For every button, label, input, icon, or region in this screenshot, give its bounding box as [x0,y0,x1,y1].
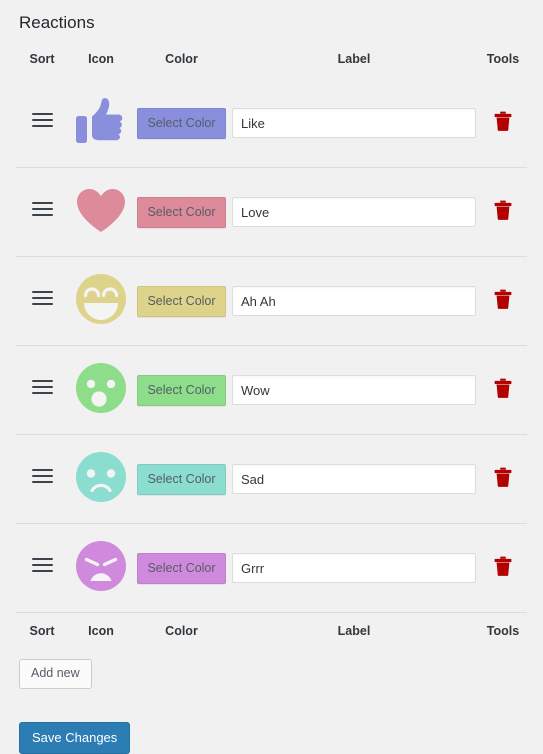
sort-cell [16,256,68,346]
drag-handle-icon[interactable] [31,202,53,217]
column-footer-label: Label [229,612,479,646]
column-header-color: Color [165,52,198,67]
icon-cell [68,523,134,613]
select-color-button[interactable]: Select Color [137,285,226,317]
select-color-button[interactable]: Select Color [137,107,226,139]
sort-cell [16,434,68,524]
reaction-label-input[interactable] [232,464,476,495]
reaction-label-input[interactable] [232,197,476,228]
reaction-label-input[interactable] [232,375,476,406]
laughing-face-icon [73,271,129,332]
delete-reaction-button[interactable] [494,378,512,398]
table-body: Select Color Select Color Select Color Sele… [16,79,527,613]
tools-cell [479,167,527,257]
angry-face-icon [73,538,129,599]
trash-icon [494,467,512,490]
drag-handle-icon[interactable] [31,113,53,128]
heart-icon [73,182,129,243]
color-cell: Select Color [134,523,229,613]
color-cell: Select Color [134,256,229,346]
delete-reaction-button[interactable] [494,200,512,220]
column-footer-color: Color [134,612,229,646]
reactions-table: Sort Icon Color Label Tools Select Color… [16,48,527,646]
table-row: Select Color [16,256,527,346]
column-header-sort: Sort [29,52,55,67]
table-header-row: Sort Icon Color Label Tools [16,48,527,79]
delete-reaction-button[interactable] [494,289,512,309]
tools-cell [479,256,527,346]
sort-cell [16,523,68,613]
select-color-button[interactable]: Select Color [137,463,226,495]
sort-cell [16,79,68,168]
page-title: Reactions [19,13,95,32]
trash-icon [494,378,512,401]
color-cell: Select Color [134,79,229,168]
icon-cell [68,167,134,257]
select-color-button[interactable]: Select Color [137,196,226,228]
reaction-label-input[interactable] [232,553,476,584]
add-new-button[interactable]: Add new [19,659,92,689]
save-changes-button[interactable]: Save Changes [19,721,131,754]
delete-reaction-button[interactable] [494,467,512,487]
save-row: Save Changes [16,689,527,754]
thumbs-up-icon [73,93,129,154]
icon-cell [68,79,134,168]
trash-icon [494,556,512,579]
table-row: Select Color [16,167,527,257]
icon-cell [68,256,134,346]
tools-cell [479,79,527,168]
column-footer-sort: Sort [16,612,68,646]
table-row: Select Color [16,345,527,435]
label-cell [229,79,479,168]
table-row: Select Color [16,79,527,168]
delete-reaction-button[interactable] [494,111,512,131]
drag-handle-icon[interactable] [31,291,53,306]
sort-cell [16,167,68,257]
drag-handle-icon[interactable] [31,380,53,395]
column-header-label: Label [337,52,371,67]
label-cell [229,167,479,257]
table-foot: Sort Icon Color Label Tools [16,612,527,646]
table-head: Sort Icon Color Label Tools [16,48,527,79]
column-header-icon: Icon [88,52,114,67]
sort-cell [16,345,68,435]
icon-cell [68,434,134,524]
color-cell: Select Color [134,345,229,435]
color-cell: Select Color [134,167,229,257]
sad-face-icon [73,449,129,510]
reactions-settings-page: Reactions Sort Icon Color Label Tools Se… [0,0,543,754]
label-cell [229,345,479,435]
column-footer-tools: Tools [479,612,527,646]
surprised-face-icon [73,360,129,421]
drag-handle-icon[interactable] [31,558,53,573]
tools-cell [479,434,527,524]
label-cell [229,434,479,524]
reaction-label-input[interactable] [232,108,476,139]
table-row: Select Color [16,434,527,524]
color-cell: Select Color [134,434,229,524]
trash-icon [494,289,512,312]
table-row: Select Color [16,523,527,613]
delete-reaction-button[interactable] [494,556,512,576]
reaction-label-input[interactable] [232,286,476,317]
add-new-row: Add new [16,645,527,689]
select-color-button[interactable]: Select Color [137,374,226,406]
tools-cell [479,523,527,613]
label-cell [229,523,479,613]
select-color-button[interactable]: Select Color [137,552,226,584]
trash-icon [494,200,512,223]
drag-handle-icon[interactable] [31,469,53,484]
column-footer-icon: Icon [68,612,134,646]
column-header-tools: Tools [486,52,520,67]
label-cell [229,256,479,346]
tools-cell [479,345,527,435]
icon-cell [68,345,134,435]
table-footer-row: Sort Icon Color Label Tools [16,612,527,646]
trash-icon [494,111,512,134]
